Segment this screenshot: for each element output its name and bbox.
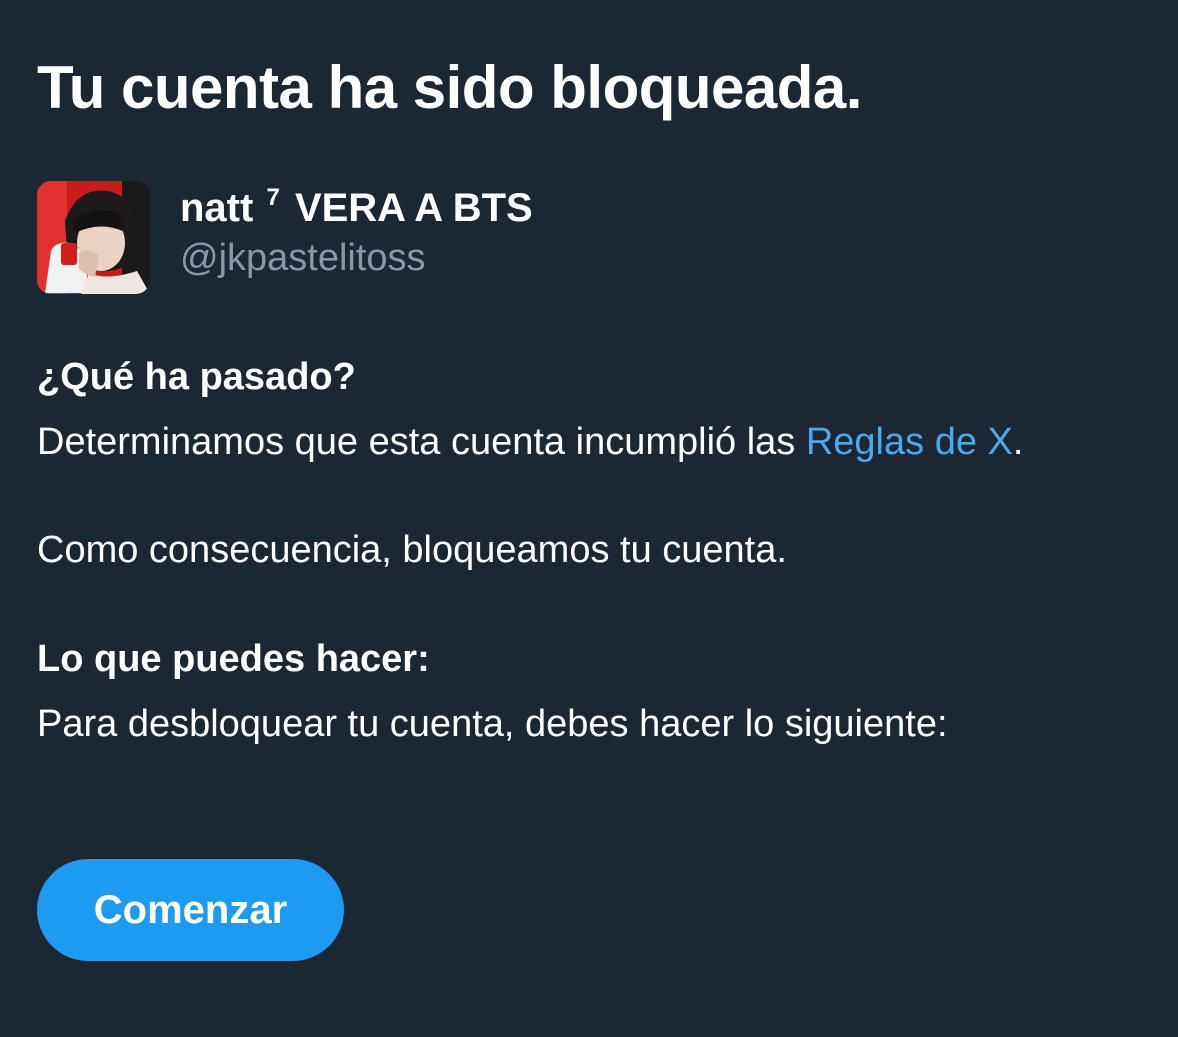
unlock-instructions-text: Para desbloquear tu cuenta, debes hacer …: [37, 703, 948, 745]
account-handle: @jkpastelitoss: [180, 237, 426, 279]
avatar: [37, 181, 150, 294]
display-name-suffix: VERA A BTS: [294, 186, 533, 230]
what-happened-heading: ¿Qué ha pasado?: [37, 356, 356, 398]
display-name-superscript: 7: [266, 184, 280, 211]
start-button[interactable]: Comenzar: [37, 859, 344, 961]
page-title: Tu cuenta ha sido bloqueada.: [37, 54, 862, 121]
violation-text-prefix: Determinamos que esta cuenta incumplió l…: [37, 421, 806, 463]
consequence-text: Como consecuencia, bloqueamos tu cuenta.: [37, 529, 787, 571]
rules-link[interactable]: Reglas de X: [806, 421, 1013, 463]
display-name[interactable]: natt 7 VERA A BTS: [180, 184, 533, 238]
violation-text-suffix: .: [1012, 421, 1024, 463]
display-name-main: natt: [180, 186, 254, 230]
what-you-can-do-heading: Lo que puedes hacer:: [37, 638, 430, 680]
violation-text: Determinamos que esta cuenta incumplió l…: [37, 419, 1023, 465]
profile-photo-icon: [37, 181, 150, 294]
